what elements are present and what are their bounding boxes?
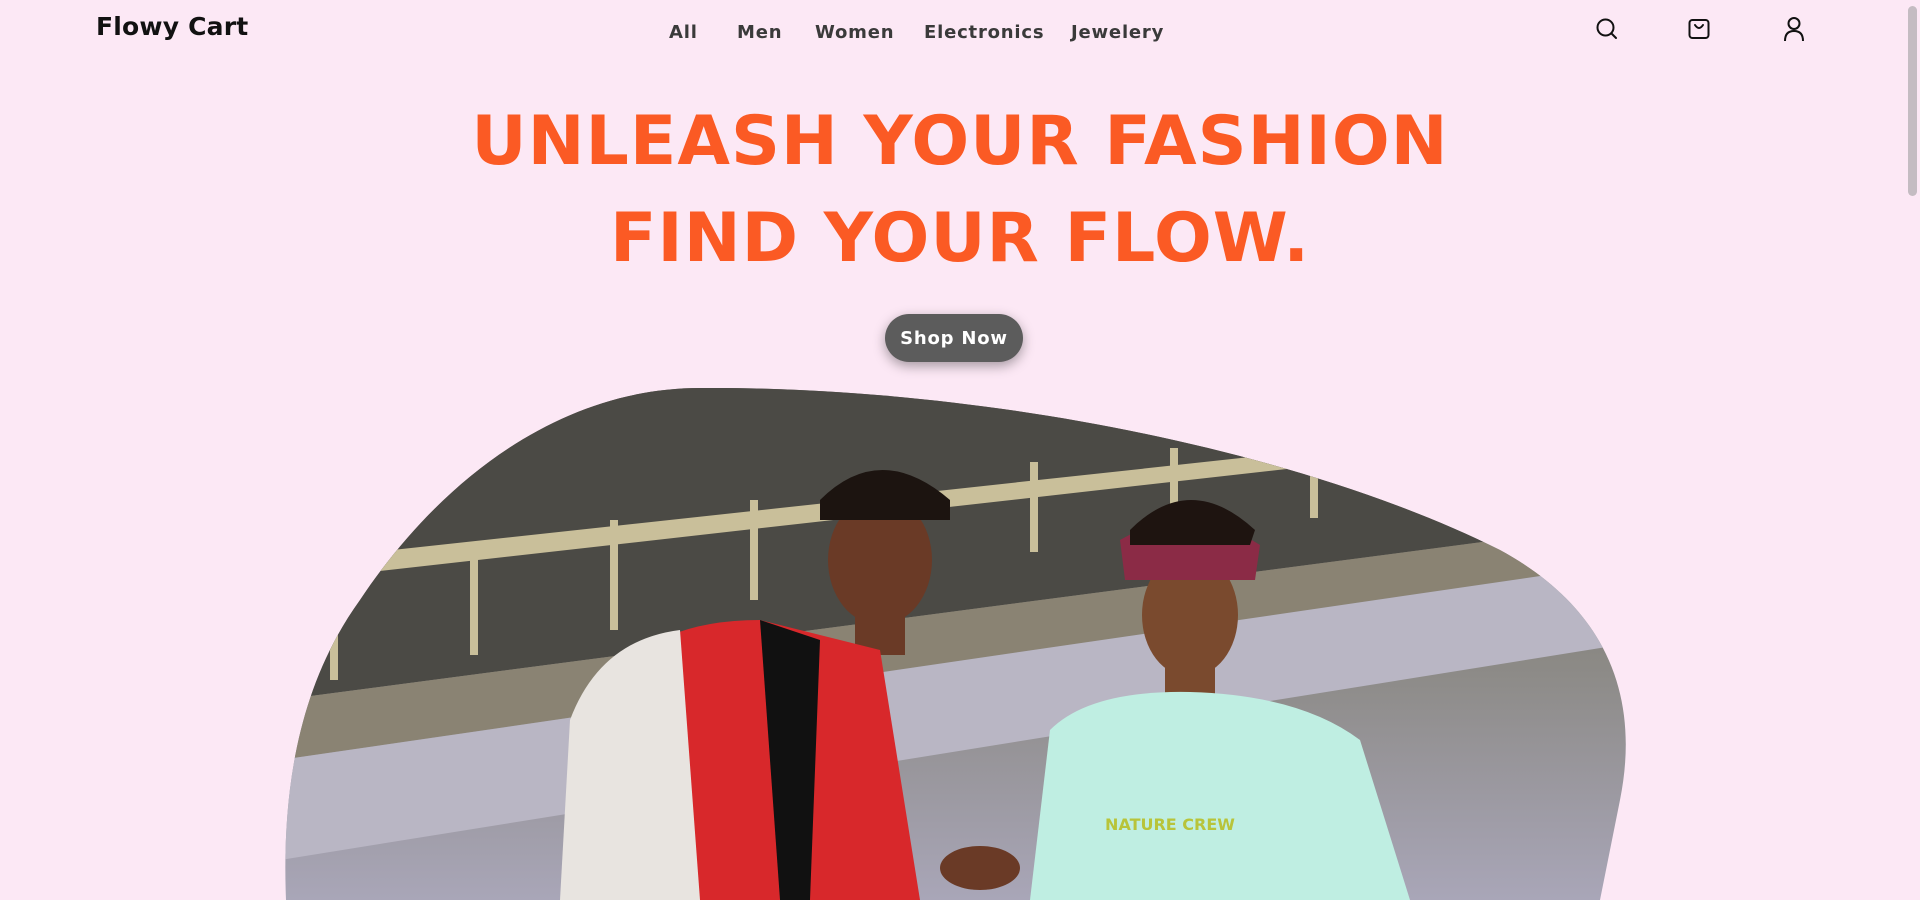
- nav-link-men[interactable]: Men: [737, 22, 782, 43]
- nav-link-jewelery[interactable]: Jewelery: [1071, 22, 1164, 43]
- account-button[interactable]: [1779, 14, 1809, 44]
- nav-link-electronics[interactable]: Electronics: [924, 22, 1044, 43]
- hero-headline-line1: UNLEASH YOUR FASHION: [471, 102, 1449, 181]
- search-button[interactable]: [1592, 14, 1622, 44]
- scrollbar-thumb[interactable]: [1908, 6, 1917, 196]
- hero-headline-line2: FIND YOUR FLOW.: [609, 199, 1311, 278]
- nav-link-all[interactable]: All: [669, 22, 698, 43]
- nav-link-women[interactable]: Women: [815, 22, 894, 43]
- main-nav: All Men Women Electronics Jewelery: [0, 22, 1920, 50]
- page: Flowy Cart All Men Women Electronics Jew…: [0, 0, 1920, 900]
- cart-button[interactable]: [1684, 14, 1714, 44]
- cart-icon: [1688, 19, 1710, 39]
- shop-now-button[interactable]: Shop Now: [885, 314, 1023, 362]
- page-scrollbar[interactable]: [1904, 0, 1920, 900]
- user-icon: [1784, 17, 1804, 42]
- search-icon: [1596, 18, 1617, 39]
- shirt-graphic-text: NATURE CREW: [1105, 815, 1235, 834]
